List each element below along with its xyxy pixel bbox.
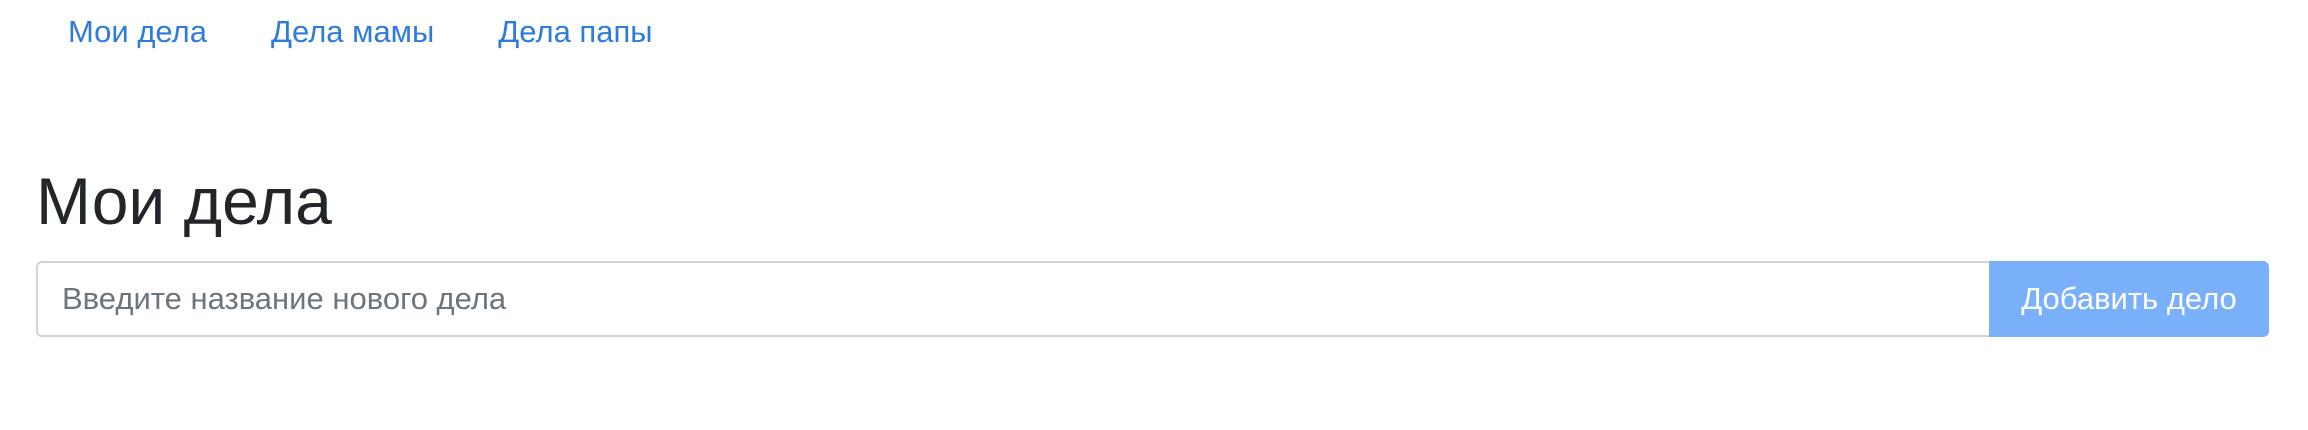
nav-link-mom-tasks[interactable]: Дела мамы bbox=[239, 14, 466, 50]
nav-link-my-tasks[interactable]: Мои дела bbox=[36, 14, 239, 50]
add-task-form: Добавить дело bbox=[36, 261, 2269, 337]
add-task-button[interactable]: Добавить дело bbox=[1989, 261, 2269, 337]
top-nav: Мои дела Дела мамы Дела папы bbox=[36, 0, 685, 64]
nav-link-dad-tasks[interactable]: Дела папы bbox=[466, 14, 684, 50]
new-task-input[interactable] bbox=[36, 261, 1989, 337]
page-title: Мои дела bbox=[36, 164, 332, 238]
